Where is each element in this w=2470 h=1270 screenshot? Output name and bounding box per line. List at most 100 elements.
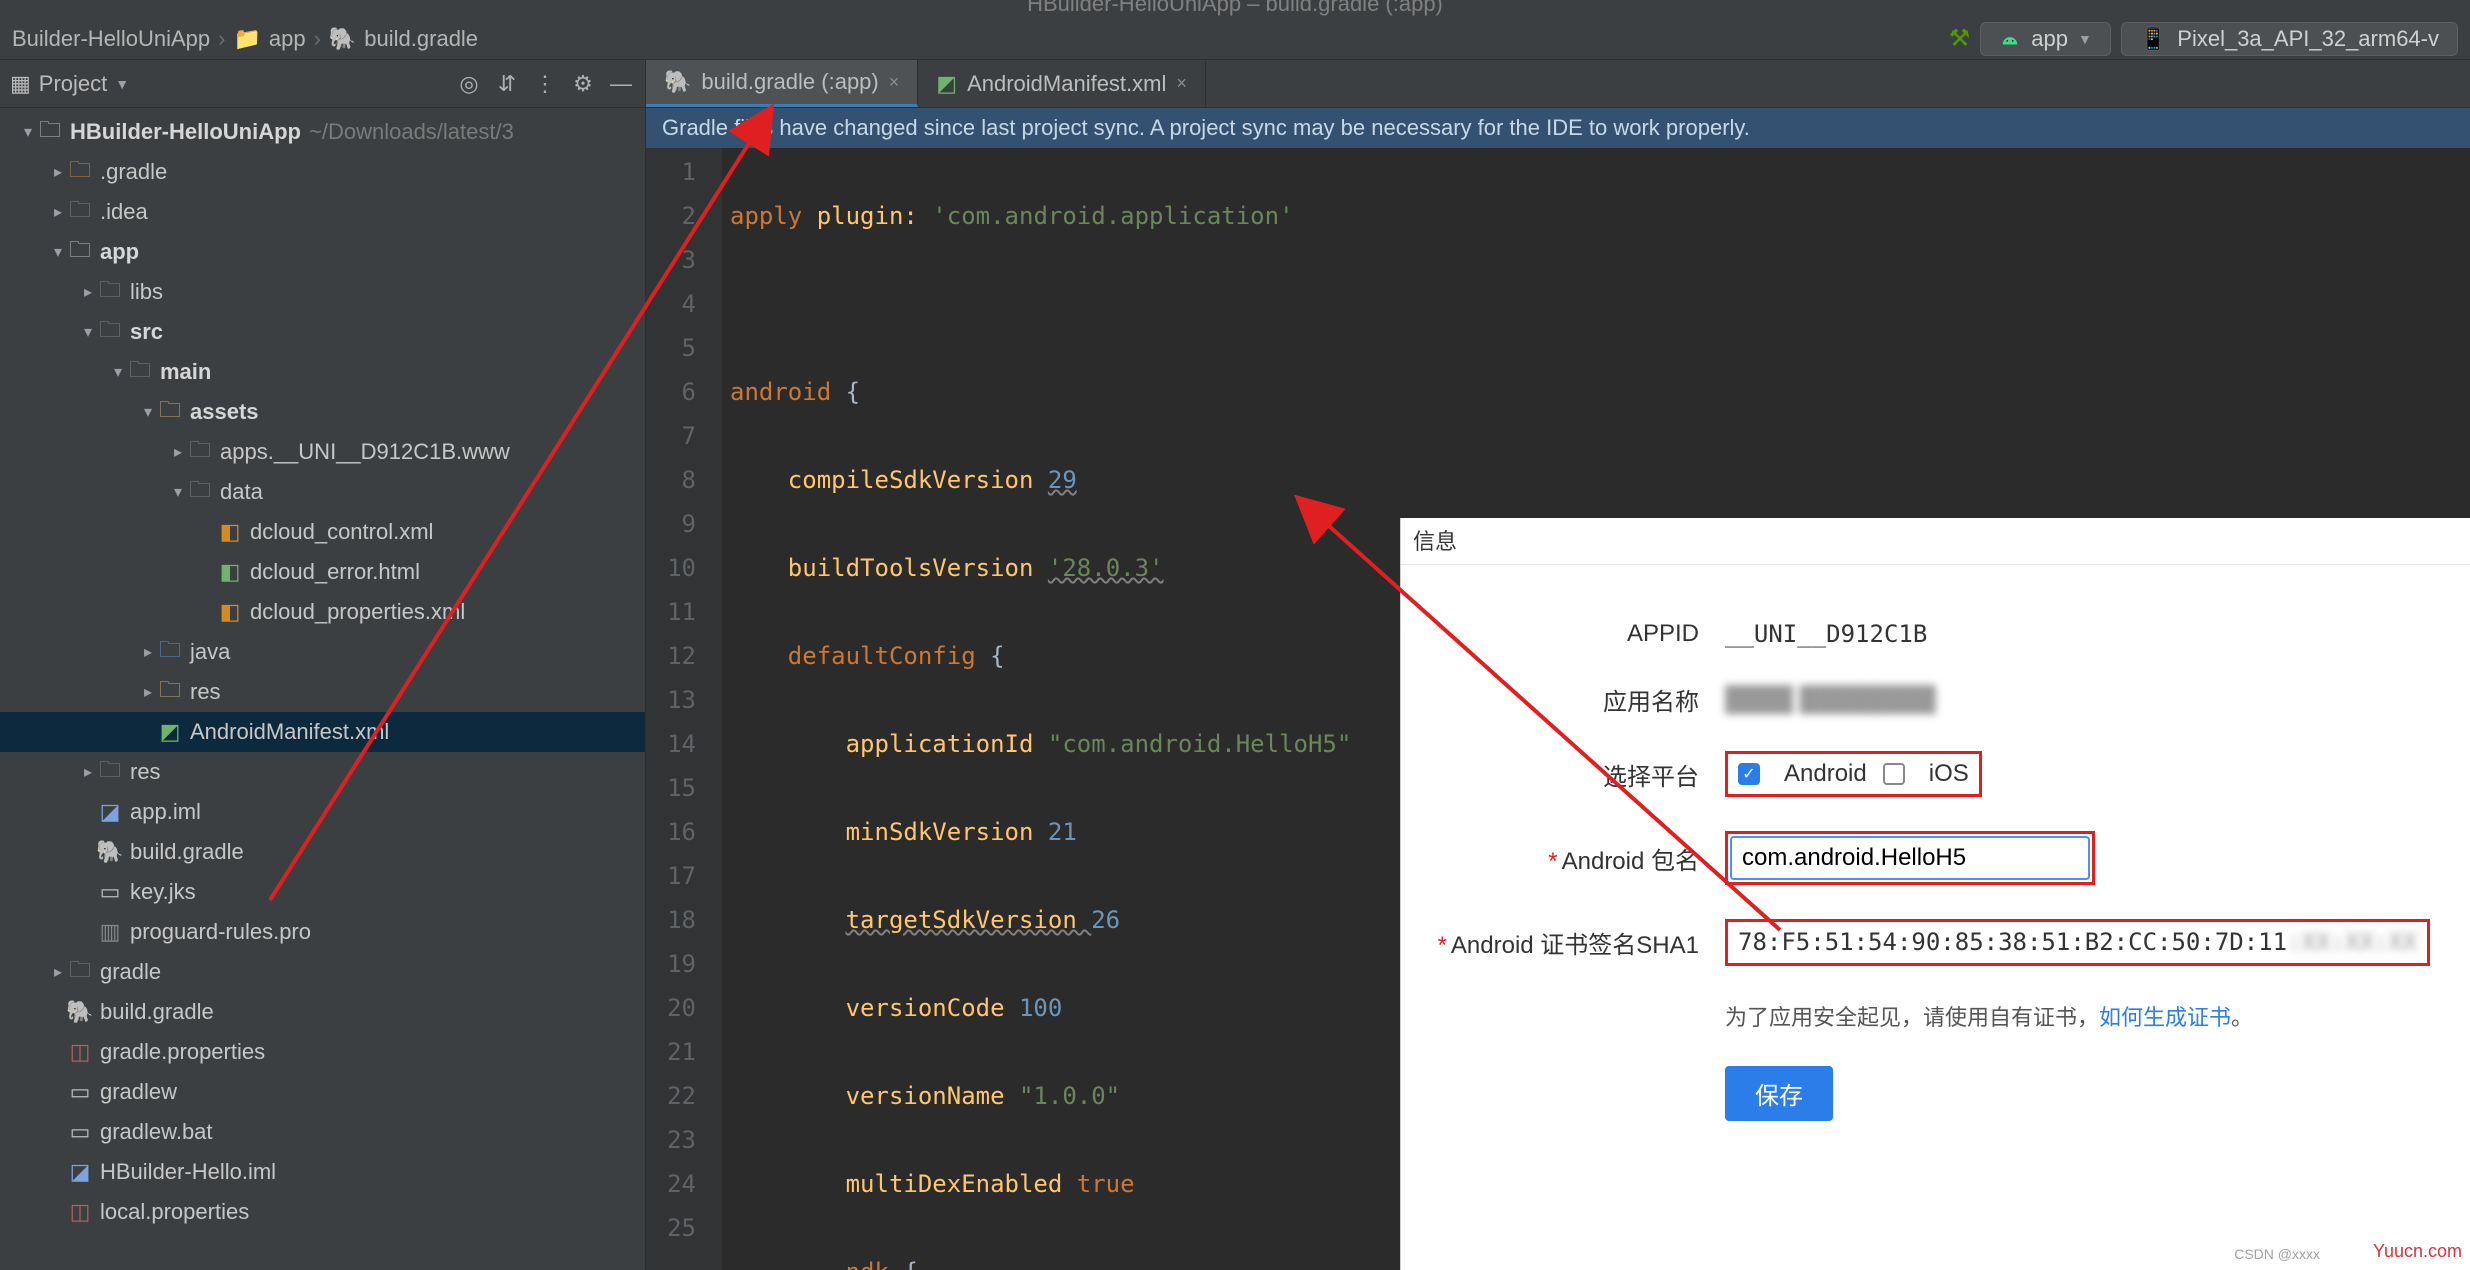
tree-file-proguard[interactable]: ▥proguard-rules.pro bbox=[0, 912, 645, 952]
device-label: Pixel_3a_API_32_arm64-v bbox=[2177, 26, 2439, 52]
appname-label: 应用名称 bbox=[1425, 682, 1725, 717]
iml-file-icon: ◪ bbox=[98, 800, 122, 824]
breadcrumb: Builder-HelloUniApp › 📁 app › 🐘 build.gr… bbox=[12, 26, 478, 52]
tree-folder-res-2[interactable]: ▸🗀res bbox=[0, 752, 645, 792]
tree-file-app-iml[interactable]: ◪app.iml bbox=[0, 792, 645, 832]
hide-panel-icon[interactable]: — bbox=[607, 70, 635, 98]
gradle-icon: 🐘 bbox=[68, 1000, 92, 1024]
ios-checkbox[interactable] bbox=[1883, 763, 1905, 785]
sha1-label: Android 证书签名SHA1 bbox=[1451, 932, 1699, 959]
package-name-label: Android 包名 bbox=[1562, 848, 1699, 875]
tree-folder-gradle[interactable]: ▸🗀.gradle bbox=[0, 152, 645, 192]
gradle-icon: 🐘 bbox=[329, 26, 356, 52]
folder-icon: 🗀 bbox=[188, 480, 212, 504]
breadcrumb-sep-2: › bbox=[314, 26, 321, 52]
batch-file-icon: ▭ bbox=[68, 1120, 92, 1144]
xml-file-icon: ◧ bbox=[218, 520, 242, 544]
gradle-icon: 🐘 bbox=[664, 69, 691, 95]
overlay-heading: 信息 bbox=[1413, 524, 1457, 556]
tree-file-gradle-properties[interactable]: ◫gradle.properties bbox=[0, 1032, 645, 1072]
how-to-generate-cert-link[interactable]: 如何生成证书 bbox=[2099, 1005, 2231, 1030]
tree-file-hbuilder-iml[interactable]: ◪HBuilder-Hello.iml bbox=[0, 1152, 645, 1192]
chevron-down-icon[interactable]: ▼ bbox=[115, 76, 129, 92]
project-view-icon: ▦ bbox=[10, 71, 31, 97]
manifest-file-icon: ◩ bbox=[158, 720, 182, 744]
tree-folder-libs[interactable]: ▸🗀libs bbox=[0, 272, 645, 312]
tree-file-local-properties[interactable]: ◫local.properties bbox=[0, 1192, 645, 1232]
appid-label: APPID bbox=[1425, 620, 1725, 648]
run-configuration-select[interactable]: app ▼ bbox=[1980, 22, 2111, 56]
tab-label: AndroidManifest.xml bbox=[967, 71, 1166, 97]
settings-icon[interactable]: ⚙ bbox=[569, 70, 597, 98]
sync-notification-text: Gradle files have changed since last pro… bbox=[662, 115, 1750, 141]
tab-build-gradle[interactable]: 🐘 build.gradle (:app) × bbox=[646, 60, 918, 107]
folder-icon: 🗀 bbox=[68, 200, 92, 224]
project-icon: 🗀 bbox=[38, 120, 62, 144]
tree-file-gradlew[interactable]: ▭gradlew bbox=[0, 1072, 645, 1112]
navigation-bar: Builder-HelloUniApp › 📁 app › 🐘 build.gr… bbox=[0, 18, 2470, 60]
folder-icon: 🗀 bbox=[68, 160, 92, 184]
tree-file-dcloud-properties[interactable]: ◧dcloud_properties.xml bbox=[0, 592, 645, 632]
tree-file-build-gradle-root[interactable]: 🐘build.gradle bbox=[0, 992, 645, 1032]
tree-file-dcloud-error[interactable]: ◧dcloud_error.html bbox=[0, 552, 645, 592]
tree-folder-src[interactable]: ▾🗀src bbox=[0, 312, 645, 352]
shell-file-icon: ▭ bbox=[68, 1080, 92, 1104]
folder-icon: 🗀 bbox=[128, 360, 152, 384]
breadcrumb-file[interactable]: build.gradle bbox=[364, 26, 478, 52]
folder-icon: 🗀 bbox=[188, 440, 212, 464]
breadcrumb-app[interactable]: app bbox=[269, 26, 306, 52]
select-opened-file-icon[interactable]: ◎ bbox=[455, 70, 483, 98]
tree-module-app[interactable]: ▾🗀app bbox=[0, 232, 645, 272]
tree-file-gradlew-bat[interactable]: ▭gradlew.bat bbox=[0, 1112, 645, 1152]
editor-tabs: 🐘 build.gradle (:app) × ◩ AndroidManifes… bbox=[646, 60, 2470, 108]
project-tree[interactable]: ▾🗀HBuilder-HelloUniApp~/Downloads/latest… bbox=[0, 108, 645, 1270]
tree-folder-assets[interactable]: ▾🗀assets bbox=[0, 392, 645, 432]
folder-icon: 🗀 bbox=[98, 760, 122, 784]
tree-folder-data[interactable]: ▾🗀data bbox=[0, 472, 645, 512]
properties-file-icon: ◫ bbox=[68, 1040, 92, 1064]
device-select[interactable]: 📱 Pixel_3a_API_32_arm64-v bbox=[2121, 22, 2458, 56]
android-icon bbox=[1999, 28, 2021, 50]
close-icon[interactable]: × bbox=[889, 72, 900, 93]
tree-file-build-gradle[interactable]: 🐘build.gradle bbox=[0, 832, 645, 872]
watermark-yuucn: Yuucn.com bbox=[2373, 1241, 2462, 1262]
android-checkbox[interactable]: ✓ bbox=[1738, 763, 1760, 785]
tree-folder-apps[interactable]: ▸🗀apps.__UNI__D912C1B.www bbox=[0, 432, 645, 472]
tree-file-android-manifest[interactable]: ◩AndroidManifest.xml bbox=[0, 712, 645, 752]
chevron-down-icon: ▼ bbox=[2078, 31, 2092, 47]
save-button[interactable]: 保存 bbox=[1725, 1066, 1833, 1121]
sha1-input[interactable]: 78:F5:51:54:90:85:38:51:B2:CC:50:7D:11:X… bbox=[1725, 919, 2430, 966]
watermark-csdn: CSDN @xxxx bbox=[2234, 1246, 2320, 1262]
expand-all-icon[interactable]: ⇵ bbox=[493, 70, 521, 98]
sync-notification-bar[interactable]: Gradle files have changed since last pro… bbox=[646, 108, 2470, 148]
tree-folder-gradle-root[interactable]: ▸🗀gradle bbox=[0, 952, 645, 992]
file-icon: ▥ bbox=[98, 920, 122, 944]
tab-android-manifest[interactable]: ◩ AndroidManifest.xml × bbox=[918, 60, 1206, 107]
run-config-label: app bbox=[2031, 26, 2068, 52]
project-panel-header: ▦ Project ▼ ◎ ⇵ ⋮ ⚙ — bbox=[0, 60, 645, 108]
project-label[interactable]: Project bbox=[39, 71, 107, 97]
tree-folder-main[interactable]: ▾🗀main bbox=[0, 352, 645, 392]
line-number-gutter: 1234567891011121314151617181920212223242… bbox=[646, 148, 706, 1270]
close-icon[interactable]: × bbox=[1176, 73, 1187, 94]
source-folder-icon: 🗀 bbox=[158, 640, 182, 664]
build-icon[interactable]: ⚒ bbox=[1949, 24, 1971, 53]
platform-label: 选择平台 bbox=[1425, 751, 1725, 797]
tree-folder-res[interactable]: ▸🗀res bbox=[0, 672, 645, 712]
fold-gutter[interactable] bbox=[706, 148, 722, 1270]
tree-root[interactable]: ▾🗀HBuilder-HelloUniApp~/Downloads/latest… bbox=[0, 112, 645, 152]
resource-folder-icon: 🗀 bbox=[158, 400, 182, 424]
folder-icon: 📁 bbox=[233, 26, 260, 52]
tree-folder-java[interactable]: ▸🗀java bbox=[0, 632, 645, 672]
tree-folder-idea[interactable]: ▸🗀.idea bbox=[0, 192, 645, 232]
tab-label: build.gradle (:app) bbox=[701, 69, 878, 95]
html-file-icon: ◧ bbox=[218, 560, 242, 584]
package-name-input[interactable] bbox=[1730, 836, 2090, 880]
breadcrumb-root[interactable]: Builder-HelloUniApp bbox=[12, 26, 210, 52]
iml-file-icon: ◪ bbox=[68, 1160, 92, 1184]
window-title: HBuilder-HelloUniApp – build.gradle (:ap… bbox=[1027, 0, 1443, 16]
breadcrumb-sep-1: › bbox=[218, 26, 225, 52]
phone-icon: 📱 bbox=[2140, 26, 2167, 52]
tree-file-key-jks[interactable]: ▭key.jks bbox=[0, 872, 645, 912]
tree-file-dcloud-control[interactable]: ◧dcloud_control.xml bbox=[0, 512, 645, 552]
